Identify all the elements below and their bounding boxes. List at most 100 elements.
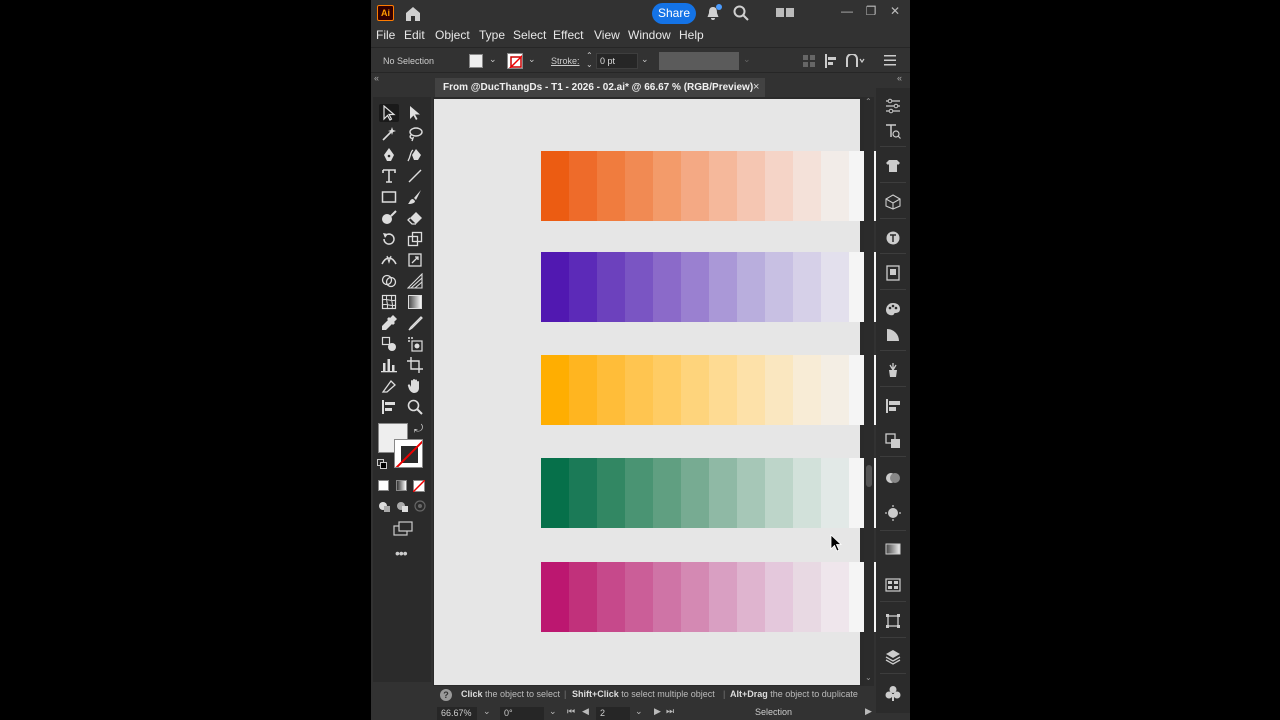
collapse-right-icon[interactable]: « xyxy=(897,73,902,83)
stroke-weight-input[interactable]: 0 pt xyxy=(596,53,638,69)
color-ramp-green[interactable] xyxy=(541,458,877,528)
color-swatch-orange[interactable] xyxy=(709,151,737,221)
align-panel-icon[interactable] xyxy=(885,398,901,414)
scroll-up-icon[interactable]: ⌃ xyxy=(865,97,872,106)
menu-effect[interactable]: Effect xyxy=(553,28,583,42)
transform-panel-icon[interactable] xyxy=(885,613,901,629)
zoom-chevron-icon[interactable]: ⌄ xyxy=(483,706,491,717)
next-artboard-icon[interactable]: ▶ xyxy=(654,706,661,717)
direct-selection-tool-icon[interactable] xyxy=(405,104,425,122)
restore-button[interactable]: ❐ xyxy=(860,2,882,20)
last-artboard-icon[interactable]: ⏭ xyxy=(666,706,674,717)
pen-tool-icon[interactable] xyxy=(379,146,399,164)
color-swatch-purple[interactable] xyxy=(737,252,765,322)
color-swatch-amber[interactable] xyxy=(681,355,709,425)
color-swatch-magenta[interactable] xyxy=(653,562,681,632)
color-ramp-purple[interactable] xyxy=(541,252,877,322)
artboard[interactable] xyxy=(434,99,877,685)
document-tab[interactable]: From @DucThangDs - T1 - 2026 - 02.ai* @ … xyxy=(435,78,765,97)
scale-tool-icon[interactable] xyxy=(405,230,425,248)
fill-color-swatch[interactable] xyxy=(469,54,483,68)
rectangle-tool-icon[interactable] xyxy=(379,188,399,206)
symbols-panel-icon[interactable] xyxy=(885,685,901,701)
lasso-tool-icon[interactable] xyxy=(405,125,425,143)
artboard-tool-icon[interactable] xyxy=(405,356,425,374)
stroke-color-swatch[interactable] xyxy=(507,53,523,69)
color-guide-panel-icon[interactable] xyxy=(885,327,901,343)
asset-export-panel-icon[interactable] xyxy=(885,265,901,281)
color-swatch-green[interactable] xyxy=(625,458,653,528)
rotation-chevron-icon[interactable]: ⌄ xyxy=(549,706,557,717)
color-swatch-amber[interactable] xyxy=(821,355,849,425)
color-swatch-magenta[interactable] xyxy=(541,562,569,632)
home-icon[interactable] xyxy=(404,5,422,22)
column-graph-tool-icon[interactable] xyxy=(379,356,399,374)
previous-artboard-icon[interactable]: ◀ xyxy=(582,706,589,717)
change-screen-mode-icon[interactable] xyxy=(393,521,413,536)
color-swatch-purple[interactable] xyxy=(653,252,681,322)
scroll-down-icon[interactable]: ⌄ xyxy=(865,673,872,682)
color-swatch-orange[interactable] xyxy=(653,151,681,221)
draw-inside-icon[interactable] xyxy=(414,500,426,512)
color-swatch-purple[interactable] xyxy=(541,252,569,322)
draw-normal-icon[interactable] xyxy=(378,500,391,513)
control-bar-menu-icon[interactable] xyxy=(884,55,896,66)
artboard-chevron-icon[interactable]: ⌄ xyxy=(635,706,643,717)
color-swatch-green[interactable] xyxy=(737,458,765,528)
free-transform-tool-icon[interactable] xyxy=(405,251,425,269)
color-swatch-magenta[interactable] xyxy=(765,562,793,632)
color-swatch-orange[interactable] xyxy=(541,151,569,221)
color-ramp-orange[interactable] xyxy=(541,151,877,221)
fill-dropdown-chevron-icon[interactable]: ⌄ xyxy=(489,54,497,65)
share-button[interactable]: Share xyxy=(652,3,696,24)
transparency-panel-icon[interactable] xyxy=(885,505,901,521)
stroke-dropdown-chevron-icon[interactable]: ⌄ xyxy=(528,54,536,65)
stroke-weight-chevron-icon[interactable]: ⌄ xyxy=(641,54,649,65)
color-swatch-orange[interactable] xyxy=(625,151,653,221)
color-swatch-amber[interactable] xyxy=(765,355,793,425)
menu-select[interactable]: Select xyxy=(513,28,546,42)
edit-toolbar-more-icon[interactable]: ••• xyxy=(395,545,408,561)
layers-panel-icon[interactable] xyxy=(885,649,901,665)
color-swatch-purple[interactable] xyxy=(765,252,793,322)
color-swatch-green[interactable] xyxy=(709,458,737,528)
swatches-panel-icon[interactable] xyxy=(885,577,901,593)
rotation-field[interactable]: 0° xyxy=(500,707,544,720)
color-swatch-amber[interactable] xyxy=(737,355,765,425)
type-tool-icon[interactable] xyxy=(379,167,399,185)
menu-window[interactable]: Window xyxy=(628,28,671,42)
color-swatch-amber[interactable] xyxy=(597,355,625,425)
search-icon[interactable] xyxy=(733,5,749,21)
eraser-tool-icon[interactable] xyxy=(405,209,425,227)
hand-tool-icon[interactable] xyxy=(405,377,425,395)
vertical-scroll-thumb[interactable] xyxy=(866,465,872,487)
line-segment-tool-icon[interactable] xyxy=(405,167,425,185)
color-swatch-green[interactable] xyxy=(541,458,569,528)
magic-wand-tool-icon[interactable] xyxy=(379,125,399,143)
color-swatch-magenta[interactable] xyxy=(821,562,849,632)
shaper-tool-icon[interactable] xyxy=(379,209,399,227)
menu-file[interactable]: File xyxy=(376,28,395,42)
gradient-panel-icon[interactable] xyxy=(885,541,901,557)
stroke-label[interactable]: Stroke: xyxy=(551,56,580,66)
retype-panel-icon[interactable] xyxy=(885,230,901,246)
menu-object[interactable]: Object xyxy=(435,28,470,42)
color-swatch-purple[interactable] xyxy=(569,252,597,322)
color-mode-icon[interactable] xyxy=(378,480,389,491)
swap-fill-stroke-icon[interactable]: ⤾ xyxy=(414,423,423,436)
color-swatch-orange[interactable] xyxy=(597,151,625,221)
3d-materials-panel-icon[interactable] xyxy=(885,194,901,210)
color-swatch-amber[interactable] xyxy=(793,355,821,425)
color-panel-icon[interactable] xyxy=(885,301,901,317)
measure-tool-icon[interactable] xyxy=(405,314,425,332)
color-swatch-green[interactable] xyxy=(597,458,625,528)
stroke-color-box[interactable] xyxy=(394,439,423,468)
color-swatch-magenta[interactable] xyxy=(625,562,653,632)
align-tool-icon[interactable] xyxy=(379,398,399,416)
color-swatch-orange[interactable] xyxy=(765,151,793,221)
color-swatch-amber[interactable] xyxy=(709,355,737,425)
color-swatch-amber[interactable] xyxy=(541,355,569,425)
color-ramp-magenta[interactable] xyxy=(541,562,877,632)
menu-help[interactable]: Help xyxy=(679,28,704,42)
color-swatch-magenta[interactable] xyxy=(793,562,821,632)
